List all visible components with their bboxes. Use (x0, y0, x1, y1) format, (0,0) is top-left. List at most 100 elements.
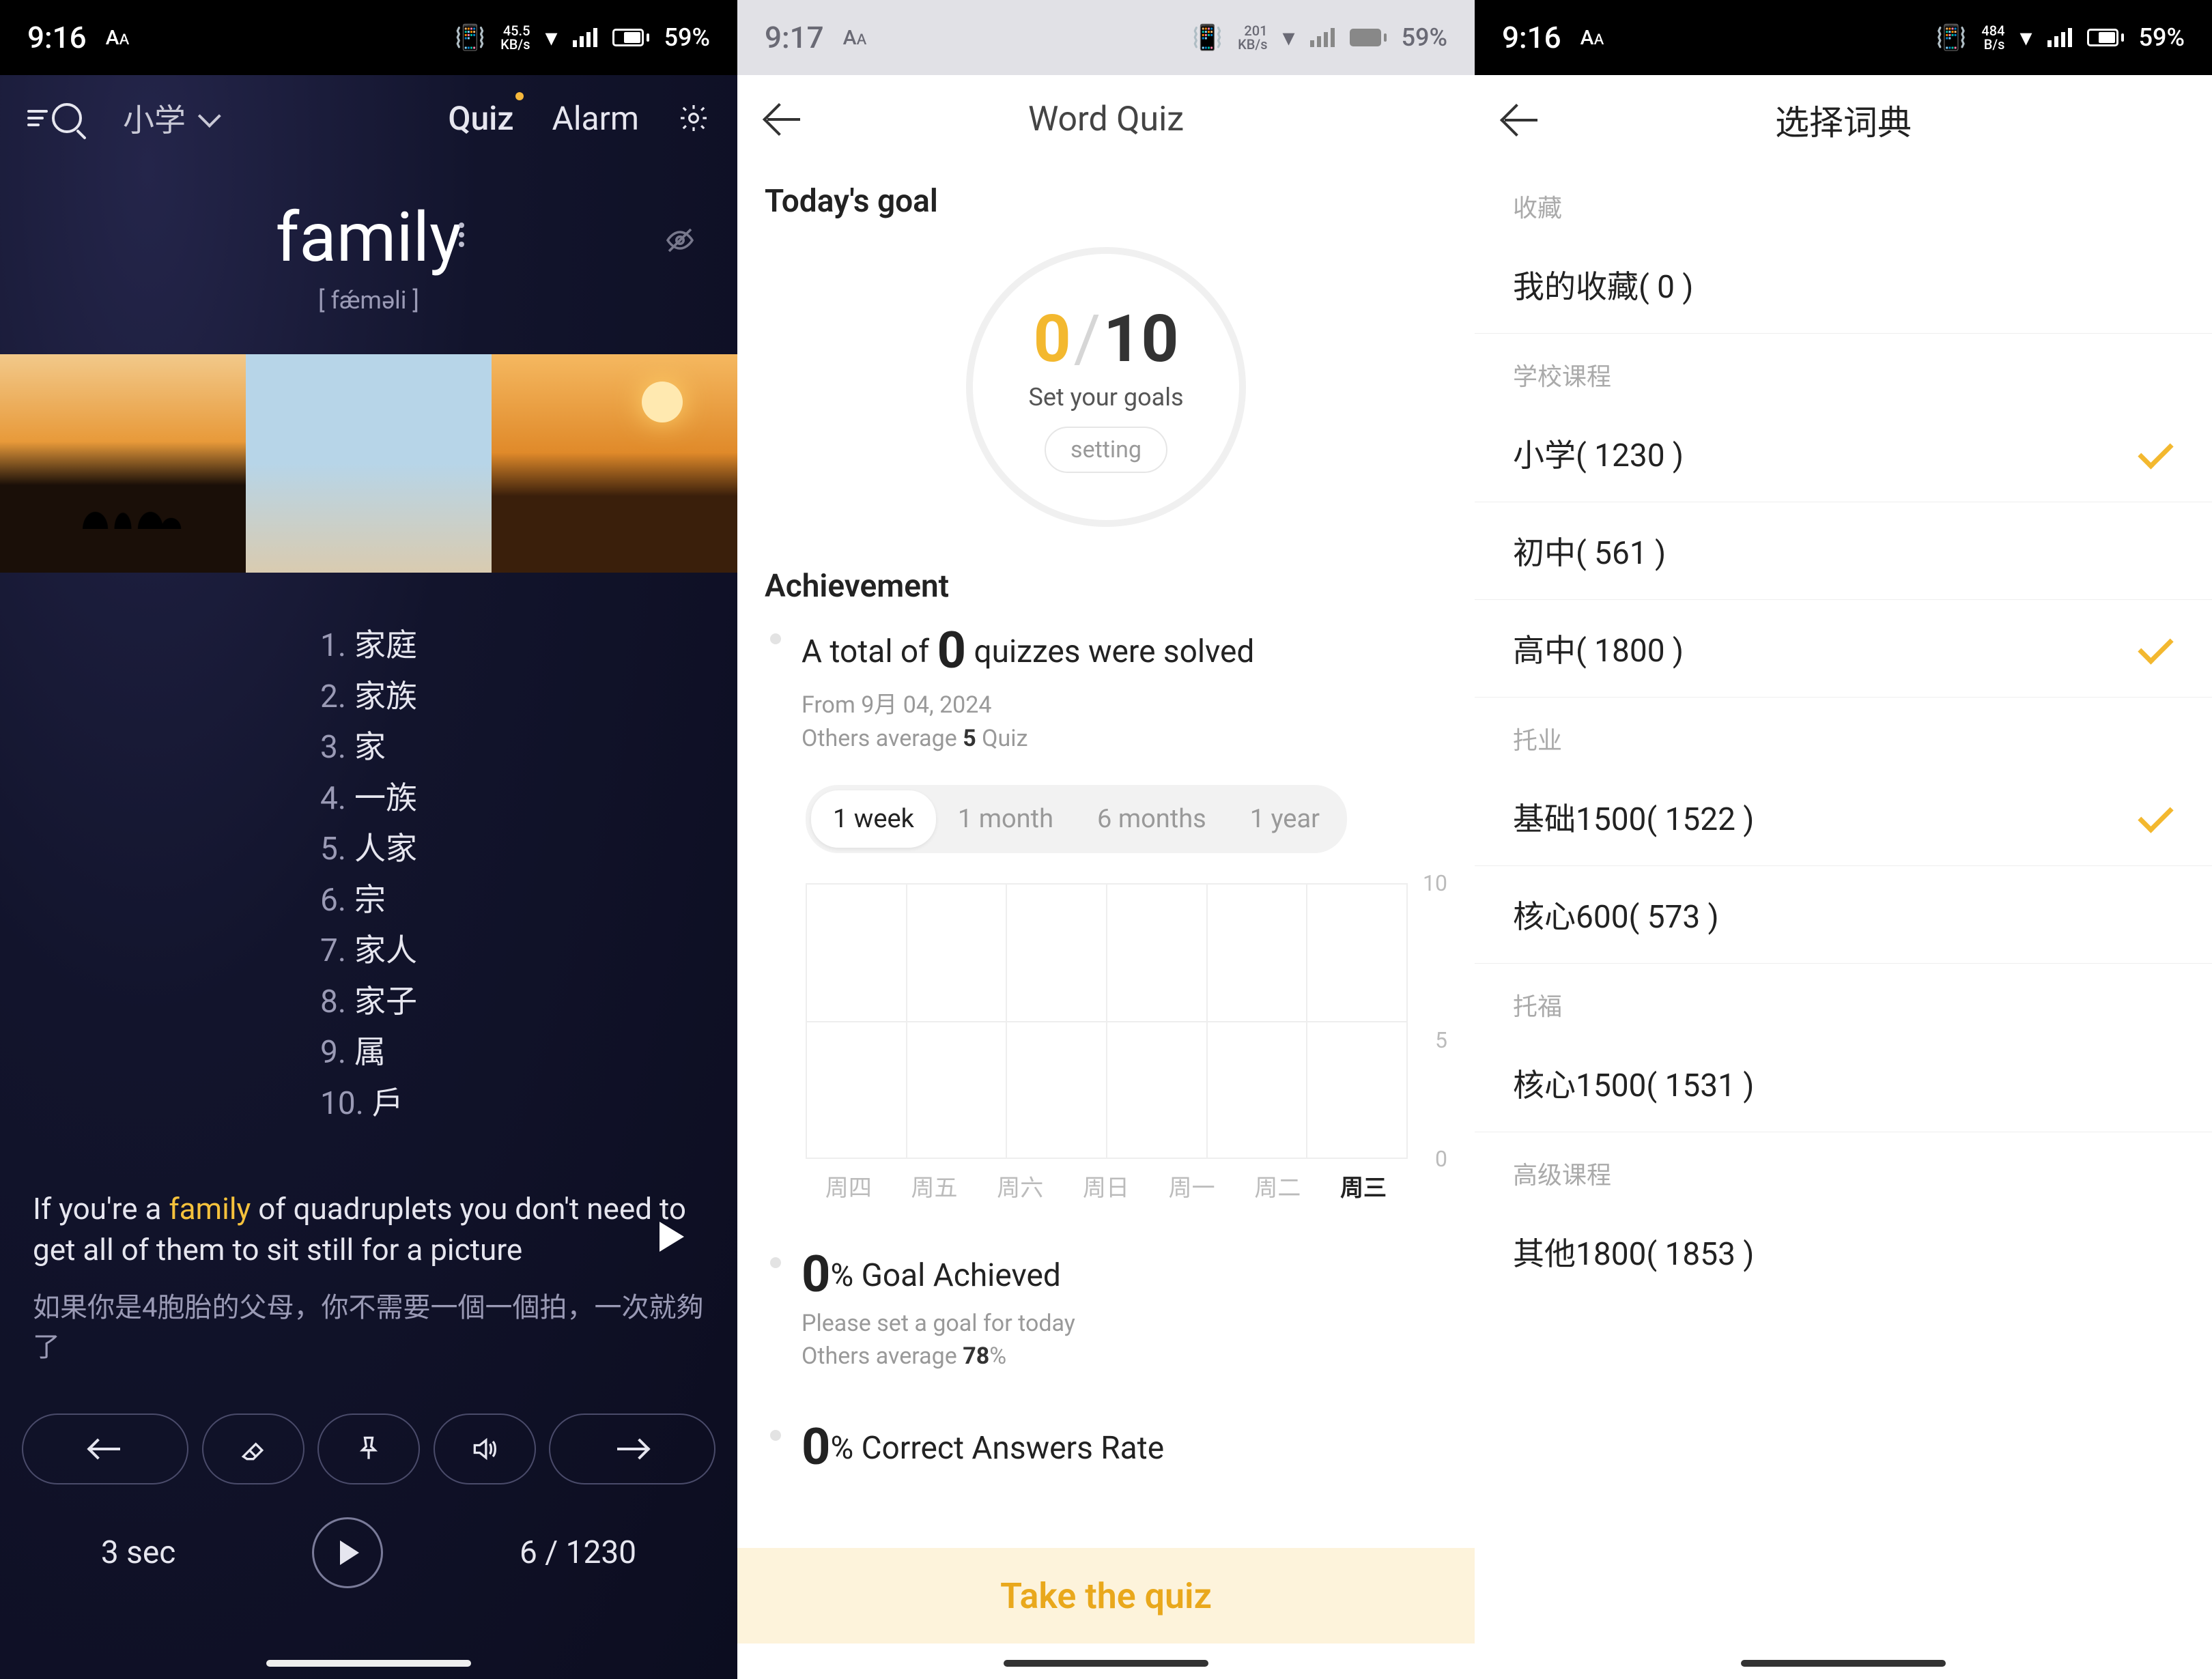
alarm-button[interactable]: Alarm (552, 99, 639, 138)
pin-icon (354, 1434, 384, 1464)
xtick: 周二 (1254, 1169, 1301, 1203)
timer-row: 3 sec 6 / 1230 (0, 1484, 737, 1588)
ytick: 5 (1435, 1027, 1447, 1053)
next-button[interactable] (549, 1413, 715, 1484)
image-thumb[interactable] (0, 354, 246, 573)
nav-home-indicator (266, 1660, 471, 1667)
goal-subtitle: Set your goals (1028, 383, 1183, 412)
section-header: 学校课程 (1475, 334, 2212, 405)
signal-icon (573, 28, 597, 47)
wordlist-search-button[interactable] (27, 103, 82, 133)
battery-pct: 59% (2139, 23, 2185, 52)
definition-row: 3.家 (320, 722, 417, 773)
settings-button[interactable] (677, 102, 710, 134)
section-header: 高级课程 (1475, 1132, 2212, 1203)
dictionary-row[interactable]: 小学( 1230 ) (1475, 405, 2212, 502)
wifi-icon: ▾ (1282, 23, 1294, 52)
definition-row: 8.家子 (320, 977, 417, 1028)
x-axis: 周四周五周六周日周一周二周三 (806, 1169, 1406, 1203)
check-icon (2136, 440, 2174, 467)
interval-label[interactable]: 3 sec (101, 1534, 175, 1571)
autoplay-button[interactable] (312, 1517, 383, 1588)
level-dropdown[interactable]: 小学 (123, 96, 216, 141)
check-icon (2136, 803, 2174, 831)
page-title: 选择词典 (1535, 96, 2152, 145)
row-label: 基础1500( 1522 ) (1513, 794, 1754, 840)
vibrate-icon: 📳 (1192, 23, 1223, 52)
range-tab[interactable]: 1 week (811, 790, 936, 848)
hide-toggle[interactable] (664, 224, 696, 257)
dictionary-row[interactable]: 核心1500( 1531 ) (1475, 1035, 2212, 1132)
definition-row: 7.家人 (320, 925, 417, 977)
row-label: 高中( 1800 ) (1513, 626, 1684, 671)
row-label: 小学( 1230 ) (1513, 431, 1684, 476)
nav-home-indicator (1741, 1660, 1946, 1667)
audio-button[interactable] (434, 1413, 536, 1484)
level-label: 小学 (123, 96, 186, 141)
back-button[interactable] (1502, 104, 1535, 137)
goal-setting-button[interactable]: setting (1045, 427, 1167, 473)
xtick: 周六 (997, 1169, 1043, 1203)
range-tab[interactable]: 1 month (936, 790, 1075, 848)
take-quiz-button[interactable]: Take the quiz (737, 1548, 1475, 1644)
clock: 9:17 (765, 20, 824, 55)
panel-select-dictionary: 9:16 Aᴀ 📳 484B/s ▾ 59% 选择词典 收藏我的收藏( 0 )学… (1475, 0, 2212, 1679)
row-label: 初中( 561 ) (1513, 528, 1666, 573)
section-goal-heading: Today's goal (765, 183, 1447, 220)
image-thumb[interactable] (246, 354, 492, 573)
status-bar: 9:16 Aᴀ 📳 484B/s ▾ 59% (1475, 0, 2212, 75)
battery-pct: 59% (664, 23, 710, 52)
xtick: 周一 (1169, 1169, 1215, 1203)
xtick: 周三 (1340, 1169, 1387, 1203)
panel-word-quiz: 9:17 Aᴀ 📳 201KB/s ▾ 59% Word Quiz Today'… (737, 0, 1475, 1679)
quiz-history-chart: 10 5 0 周四周五周六周日周一周二周三 (806, 883, 1447, 1197)
quiz-button[interactable]: Quiz (448, 99, 513, 138)
achievement-correct-pct: 0% Correct Answers Rate (765, 1418, 1447, 1477)
range-tab[interactable]: 1 year (1228, 790, 1342, 848)
row-label: 我的收藏( 0 ) (1513, 262, 1693, 307)
dictionary-row[interactable]: 核心600( 573 ) (1475, 866, 2212, 964)
battery-icon (1350, 29, 1387, 46)
achievement-total: A total of 0 quizzes were solved From 9月… (765, 621, 1447, 752)
arrow-left-icon (90, 1434, 120, 1464)
controls-row (0, 1367, 737, 1484)
achievement-goal-pct: 0% Goal Achieved Please set a goal for t… (765, 1245, 1447, 1370)
definition-row: 5.人家 (320, 824, 417, 875)
image-strip[interactable] (0, 354, 737, 573)
dictionary-row[interactable]: 其他1800( 1853 ) (1475, 1203, 2212, 1300)
panel-vocab-home: 9:16 Aᴀ 📳 45.5KB/s ▾ 59% 小学 Quiz (0, 0, 737, 1679)
definition-row: 2.家族 (320, 672, 417, 723)
eye-off-icon (664, 224, 696, 257)
image-thumb[interactable] (492, 354, 737, 573)
status-bar: 9:17 Aᴀ 📳 201KB/s ▾ 59% (737, 0, 1475, 75)
definition-row: 10.戶 (320, 1078, 417, 1130)
word-more-button[interactable] (459, 223, 464, 247)
progress-counter[interactable]: 6 / 1230 (520, 1534, 636, 1571)
chevron-down-icon (198, 104, 221, 128)
back-button[interactable] (765, 103, 797, 136)
page-header: 选择词典 (1475, 75, 2212, 165)
example-zh: 如果你是4胞胎的父母，你不需要一個一個拍，一次就夠了 (33, 1288, 705, 1367)
range-tabs: 1 week1 month6 months1 year (806, 785, 1347, 853)
pin-button[interactable] (317, 1413, 420, 1484)
range-tab[interactable]: 6 months (1075, 790, 1228, 848)
play-sentence-button[interactable] (660, 1222, 684, 1252)
goal-count: 0/10 (1034, 301, 1179, 377)
xtick: 周四 (825, 1169, 872, 1203)
signal-icon (1310, 28, 1335, 47)
section-header: 托业 (1475, 698, 2212, 769)
section-achievement-heading: Achievement (765, 568, 1447, 605)
clock: 9:16 (27, 20, 87, 55)
example-en: If you're a family of quadruplets you do… (33, 1189, 705, 1270)
definition-row: 4.一族 (320, 773, 417, 824)
vibrate-icon: 📳 (455, 23, 485, 52)
signal-icon (2047, 28, 2072, 47)
dictionary-row[interactable]: 初中( 561 ) (1475, 502, 2212, 600)
dictionary-row[interactable]: 高中( 1800 ) (1475, 600, 2212, 698)
notification-dot-icon (515, 92, 524, 100)
prev-button[interactable] (22, 1413, 188, 1484)
erase-button[interactable] (202, 1413, 304, 1484)
vibrate-icon: 📳 (1936, 23, 1967, 52)
dictionary-row[interactable]: 我的收藏( 0 ) (1475, 236, 2212, 334)
dictionary-row[interactable]: 基础1500( 1522 ) (1475, 769, 2212, 866)
